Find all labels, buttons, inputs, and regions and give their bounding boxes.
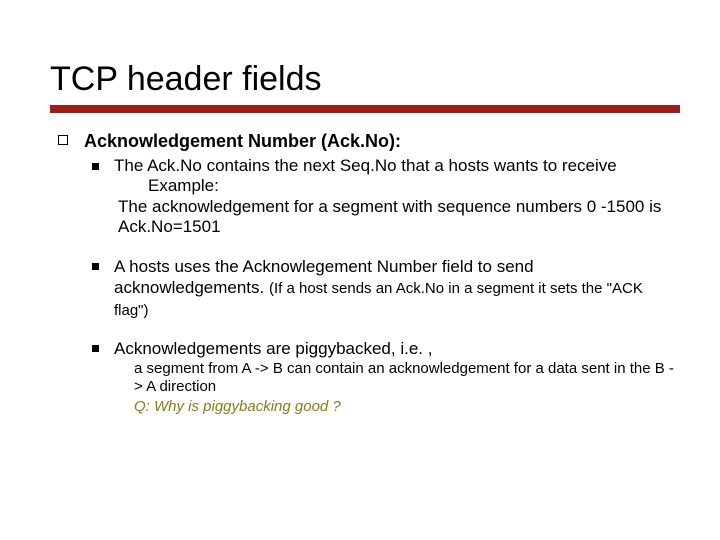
square-hollow-icon (58, 135, 68, 145)
bullet-3: Acknowledgements are piggybacked, i.e. ,… (84, 338, 680, 416)
square-solid-icon (92, 263, 99, 270)
square-solid-icon (92, 345, 99, 352)
title-rule (50, 105, 680, 113)
section-heading: Acknowledgement Number (Ack.No): (84, 131, 401, 151)
top-item-ackno: Acknowledgement Number (Ack.No): The Ack… (58, 131, 680, 416)
bullet-2: A hosts uses the Acknowlegement Number f… (84, 256, 680, 321)
bullet-1-text: The Ack.No contains the next Seq.No that… (114, 156, 680, 176)
bullet-1-example-label: Example: (148, 176, 680, 196)
slide: TCP header fields Acknowledgement Number… (0, 0, 720, 454)
bullet-3-text: Acknowledgements are piggybacked, i.e. , (114, 338, 680, 359)
bullet-1-example-text: The acknowledgement for a segment with s… (118, 197, 680, 238)
content-area: Acknowledgement Number (Ack.No): The Ack… (30, 131, 690, 416)
bullet-3-question: Q: Why is piggybacking good ? (134, 398, 680, 417)
slide-title: TCP header fields (50, 60, 690, 99)
sub-list: The Ack.No contains the next Seq.No that… (84, 156, 680, 416)
square-solid-icon (92, 163, 99, 170)
bullet-3-sub-a: a segment from A -> B can contain an ack… (134, 360, 680, 396)
bullet-1: The Ack.No contains the next Seq.No that… (84, 156, 680, 238)
top-list: Acknowledgement Number (Ack.No): The Ack… (58, 131, 680, 416)
